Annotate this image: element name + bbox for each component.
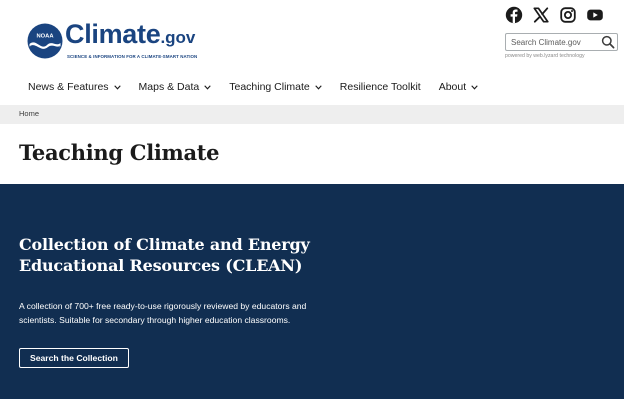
search-box <box>505 33 618 51</box>
site-header: NOAA Climate.gov SCIENCE & INFORMATION F… <box>0 0 624 105</box>
nav-item-maps-data[interactable]: Maps & Data <box>139 81 212 93</box>
logo-tagline: SCIENCE & INFORMATION FOR A CLIMATE-SMAR… <box>67 54 198 59</box>
x-icon[interactable] <box>532 6 550 24</box>
nav-item-about[interactable]: About <box>439 81 478 93</box>
climate-gov-logo[interactable]: NOAA Climate.gov SCIENCE & INFORMATION F… <box>27 19 197 61</box>
logo-wordmark: Climate.gov SCIENCE & INFORMATION FOR A … <box>65 19 197 59</box>
nav-item-label: Teaching Climate <box>229 81 310 93</box>
nav-item-label: About <box>438 81 467 93</box>
nav-item-resilience-toolkit[interactable]: Resilience Toolkit <box>340 81 421 93</box>
breadcrumb-home-link[interactable]: Home <box>19 109 39 118</box>
logo-suffix: .gov <box>160 28 196 47</box>
search-icon[interactable] <box>601 35 615 49</box>
page-title: Teaching Climate <box>19 140 220 165</box>
logo-name-row: Climate.gov <box>65 19 197 53</box>
nav-item-label: Resilience Toolkit <box>339 81 421 93</box>
chevron-down-icon <box>315 85 322 90</box>
hero-heading: Collection of Climate and Energy Educati… <box>19 235 310 275</box>
chevron-down-icon <box>113 85 121 90</box>
nav-item-news-features[interactable]: News & Features <box>28 81 121 93</box>
facebook-icon[interactable] <box>505 6 523 24</box>
search-input[interactable] <box>506 34 603 50</box>
breadcrumb: Home <box>0 105 624 124</box>
noaa-logo-icon: NOAA <box>27 23 63 59</box>
chevron-down-icon <box>204 85 211 90</box>
youtube-icon[interactable] <box>586 6 604 24</box>
hero-description: A collection of 700+ free ready-to-use r… <box>19 301 307 325</box>
social-links <box>505 6 604 24</box>
nav-item-label: News & Features <box>28 81 109 93</box>
search-powered-by: powered by web.lyzard technology <box>505 53 585 59</box>
nav-item-teaching-climate[interactable]: Teaching Climate <box>229 81 322 93</box>
clean-hero-section: Collection of Climate and Energy Educati… <box>0 184 624 399</box>
search-collection-button[interactable]: Search the Collection <box>19 348 129 368</box>
main-nav: News & Features Maps & Data Teaching Cli… <box>28 81 496 93</box>
instagram-icon[interactable] <box>559 6 577 24</box>
nav-item-label: Maps & Data <box>138 81 200 93</box>
noaa-badge-text: NOAA <box>36 34 54 40</box>
logo-name: Climate <box>65 19 161 49</box>
chevron-down-icon <box>471 85 478 90</box>
